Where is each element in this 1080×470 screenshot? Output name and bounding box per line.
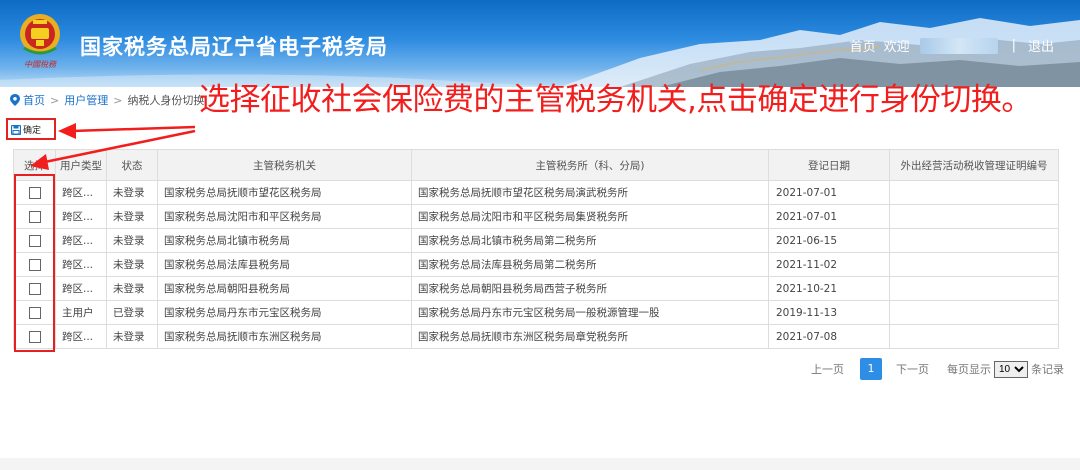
pagination: 上一页 1 下一页 每页显示 10 条记录 — [811, 358, 1064, 380]
prev-page-button[interactable]: 上一页 — [811, 361, 844, 377]
arrow-to-checkboxes-icon — [30, 129, 196, 170]
records-label: 条记录 — [1031, 363, 1064, 376]
current-page-button[interactable]: 1 — [860, 358, 882, 380]
footer-bar — [0, 458, 1080, 470]
per-page-label: 每页显示 — [947, 363, 991, 376]
instruction-annotation: 选择征收社会保险费的主管税务机关,点击确定进行身份切换。 — [199, 82, 1032, 118]
next-page-button[interactable]: 下一页 — [896, 361, 929, 377]
per-page-select[interactable]: 10 — [994, 360, 1028, 378]
arrow-to-confirm-icon — [58, 123, 196, 139]
annotation-arrows — [30, 123, 196, 170]
